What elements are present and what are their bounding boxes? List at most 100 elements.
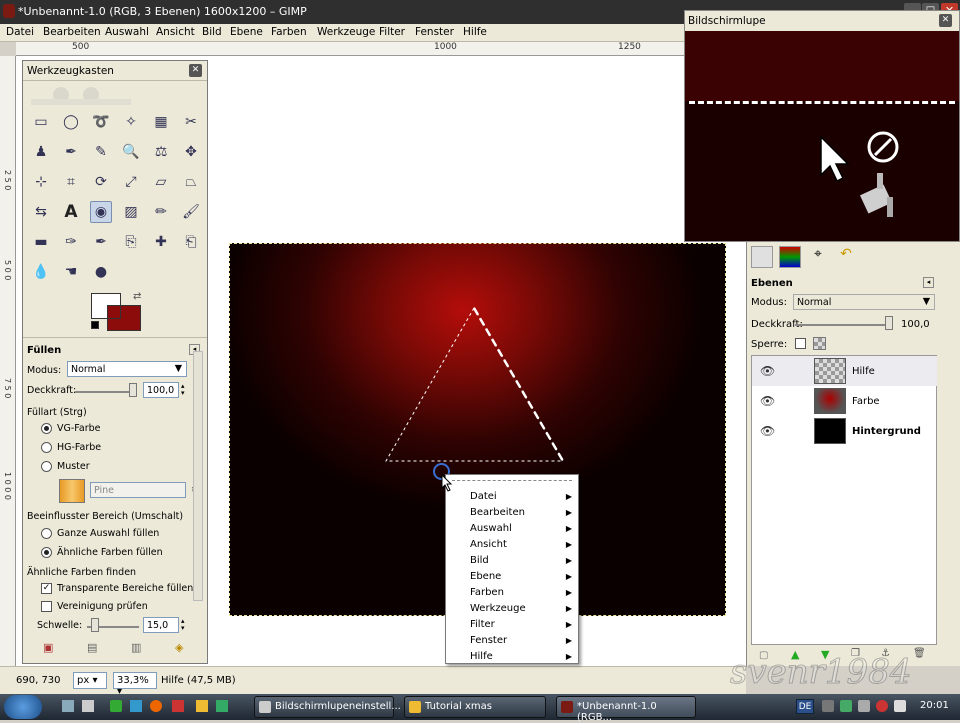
deckkraft-slider-track[interactable] bbox=[75, 391, 135, 393]
bucket-fill-tool-icon[interactable]: ◉ bbox=[90, 201, 112, 223]
tab-undo[interactable]: ↶ bbox=[835, 246, 857, 268]
context-menu-item[interactable]: Datei ▶ bbox=[446, 489, 578, 505]
magnifier-close-button[interactable]: ✕ bbox=[939, 14, 952, 27]
foreground-select-tool-icon[interactable]: ♟ bbox=[30, 141, 52, 163]
context-menu-item[interactable]: Filter ▶ bbox=[446, 617, 578, 633]
radio-aehnliche-farben[interactable] bbox=[41, 547, 52, 558]
blend-tool-icon[interactable]: ▨ bbox=[120, 201, 142, 223]
layer-row-hintergrund[interactable]: 👁 Hintergrund bbox=[752, 416, 937, 446]
schwelle-slider-thumb[interactable] bbox=[91, 618, 99, 632]
delete-options-icon[interactable]: ▥ bbox=[131, 641, 141, 654]
menu-filter[interactable]: Filter bbox=[379, 26, 405, 38]
context-menu-item[interactable]: Ansicht ▶ bbox=[446, 537, 578, 553]
context-menu-item[interactable]: Bearbeiten ▶ bbox=[446, 505, 578, 521]
tab-channels[interactable] bbox=[779, 246, 801, 268]
context-menu-item[interactable]: Hilfe ▶ bbox=[446, 649, 578, 665]
deckkraft-spin-icon[interactable]: ▴ ▾ bbox=[181, 383, 185, 397]
eye-icon[interactable]: 👁 bbox=[760, 364, 775, 378]
menu-bearbeiten[interactable]: Bearbeiten bbox=[43, 26, 101, 38]
reset-options-icon[interactable]: ◈ bbox=[175, 641, 183, 654]
ruler-vertical[interactable]: 2 5 0 5 0 0 7 5 0 1 0 0 0 bbox=[0, 56, 16, 666]
zoom-select[interactable]: 33,3% ▾ bbox=[113, 672, 157, 697]
smudge-tool-icon[interactable]: ☚ bbox=[60, 261, 82, 283]
quicklaunch-explorer-icon[interactable] bbox=[82, 700, 94, 712]
rect-select-tool-icon[interactable]: ▭ bbox=[30, 111, 52, 133]
ruler-horizontal[interactable]: 500 1000 1250 bbox=[16, 42, 686, 56]
paintbrush-tool-icon[interactable]: 🖌 bbox=[180, 201, 202, 223]
quicklaunch-desktop-icon[interactable] bbox=[62, 700, 74, 712]
color-picker-tool-icon[interactable]: ✎ bbox=[90, 141, 112, 163]
deckkraft-input[interactable]: 100,0 bbox=[143, 382, 179, 398]
quicklaunch-folder-icon[interactable] bbox=[196, 700, 208, 712]
free-select-tool-icon[interactable]: ➰ bbox=[90, 111, 112, 133]
heal-tool-icon[interactable]: ✚ bbox=[150, 231, 172, 253]
dodge-burn-tool-icon[interactable]: ● bbox=[90, 261, 112, 283]
crop-tool-icon[interactable]: ⌗ bbox=[60, 171, 82, 193]
check-transparent[interactable]: ✓ bbox=[41, 583, 52, 594]
clone-tool-icon[interactable]: ⎘ bbox=[120, 231, 142, 253]
align-tool-icon[interactable]: ⊹ bbox=[30, 171, 52, 193]
radio-ganze-auswahl[interactable] bbox=[41, 528, 52, 539]
language-indicator[interactable]: DE bbox=[796, 699, 814, 714]
layer-row-farbe[interactable]: 👁 Farbe bbox=[752, 386, 937, 416]
tab-paths[interactable]: ⌖ bbox=[807, 246, 829, 268]
pattern-preview[interactable] bbox=[59, 479, 85, 503]
task-tutorial-xmas[interactable]: Tutorial xmas bbox=[404, 696, 546, 718]
radio-muster[interactable] bbox=[41, 461, 52, 472]
tray-icon[interactable] bbox=[858, 700, 870, 712]
menu-farben[interactable]: Farben bbox=[271, 26, 307, 38]
airbrush-tool-icon[interactable]: ✑ bbox=[60, 231, 82, 253]
swap-colors-icon[interactable]: ⇄ bbox=[133, 291, 141, 302]
toolbox-close-button[interactable]: ✕ bbox=[189, 64, 202, 77]
schwelle-input[interactable]: 15,0 bbox=[143, 617, 179, 633]
ink-tool-icon[interactable]: ✒ bbox=[90, 231, 112, 253]
tray-icon[interactable] bbox=[840, 700, 852, 712]
tab-layers[interactable] bbox=[751, 246, 773, 268]
schwelle-spin-icon[interactable]: ▴ ▾ bbox=[181, 618, 185, 632]
rotate-tool-icon[interactable]: ⟳ bbox=[90, 171, 112, 193]
measure-tool-icon[interactable]: ⚖ bbox=[150, 141, 172, 163]
task-bildschirmlupe[interactable]: Bildschirmlupeneinstell... bbox=[254, 696, 401, 718]
context-menu-item[interactable]: Ebene ▶ bbox=[446, 569, 578, 585]
restore-options-icon[interactable]: ▤ bbox=[87, 641, 97, 654]
blur-tool-icon[interactable]: 💧 bbox=[30, 261, 52, 283]
task-gimp[interactable]: *Unbenannt-1.0 (RGB... bbox=[556, 696, 696, 723]
menu-fenster[interactable]: Fenster bbox=[415, 26, 454, 38]
layers-deckkraft-track[interactable] bbox=[795, 324, 891, 326]
quicklaunch-media-icon[interactable] bbox=[172, 700, 184, 712]
modus-select[interactable]: Normal ▼ bbox=[67, 361, 187, 377]
text-tool-icon[interactable]: A bbox=[60, 201, 82, 223]
menu-werkzeuge[interactable]: Werkzeuge bbox=[317, 26, 375, 38]
move-tool-icon[interactable]: ✥ bbox=[180, 141, 202, 163]
context-menu-item[interactable]: Bild ▶ bbox=[446, 553, 578, 569]
quicklaunch-ie-icon[interactable] bbox=[130, 700, 142, 712]
shear-tool-icon[interactable]: ▱ bbox=[150, 171, 172, 193]
context-menu-item[interactable]: Auswahl ▶ bbox=[446, 521, 578, 537]
menu-datei[interactable]: Datei bbox=[6, 26, 34, 38]
paths-tool-icon[interactable]: ✒ bbox=[60, 141, 82, 163]
perspective-tool-icon[interactable]: ⏢ bbox=[180, 171, 202, 193]
scissors-tool-icon[interactable]: ✂ bbox=[180, 111, 202, 133]
options-scrollbar[interactable] bbox=[193, 351, 203, 601]
quicklaunch-firefox-icon[interactable] bbox=[150, 700, 162, 712]
menu-bild[interactable]: Bild bbox=[202, 26, 222, 38]
start-button[interactable] bbox=[4, 695, 42, 719]
eye-icon[interactable]: 👁 bbox=[760, 394, 775, 408]
zoom-tool-icon[interactable]: 🔍 bbox=[120, 141, 142, 163]
radio-hg-farbe[interactable] bbox=[41, 442, 52, 453]
menu-hilfe[interactable]: Hilfe bbox=[463, 26, 487, 38]
perspective-clone-tool-icon[interactable]: ⎗ bbox=[180, 231, 202, 253]
context-menu-item[interactable]: Fenster ▶ bbox=[446, 633, 578, 649]
lock-pixels-checkbox[interactable] bbox=[795, 338, 806, 349]
deckkraft-slider-thumb[interactable] bbox=[129, 383, 137, 397]
pencil-tool-icon[interactable]: ✏ bbox=[150, 201, 172, 223]
tearoff-line[interactable] bbox=[452, 480, 572, 481]
color-select-tool-icon[interactable]: ▦ bbox=[150, 111, 172, 133]
menu-ebene[interactable]: Ebene bbox=[230, 26, 263, 38]
radio-vg-farbe[interactable] bbox=[41, 423, 52, 434]
eraser-tool-icon[interactable]: ▬ bbox=[30, 231, 52, 253]
lock-alpha-icon[interactable] bbox=[813, 337, 826, 350]
menu-ansicht[interactable]: Ansicht bbox=[156, 26, 195, 38]
quicklaunch-app-icon[interactable] bbox=[110, 700, 122, 712]
ellipse-select-tool-icon[interactable]: ◯ bbox=[60, 111, 82, 133]
